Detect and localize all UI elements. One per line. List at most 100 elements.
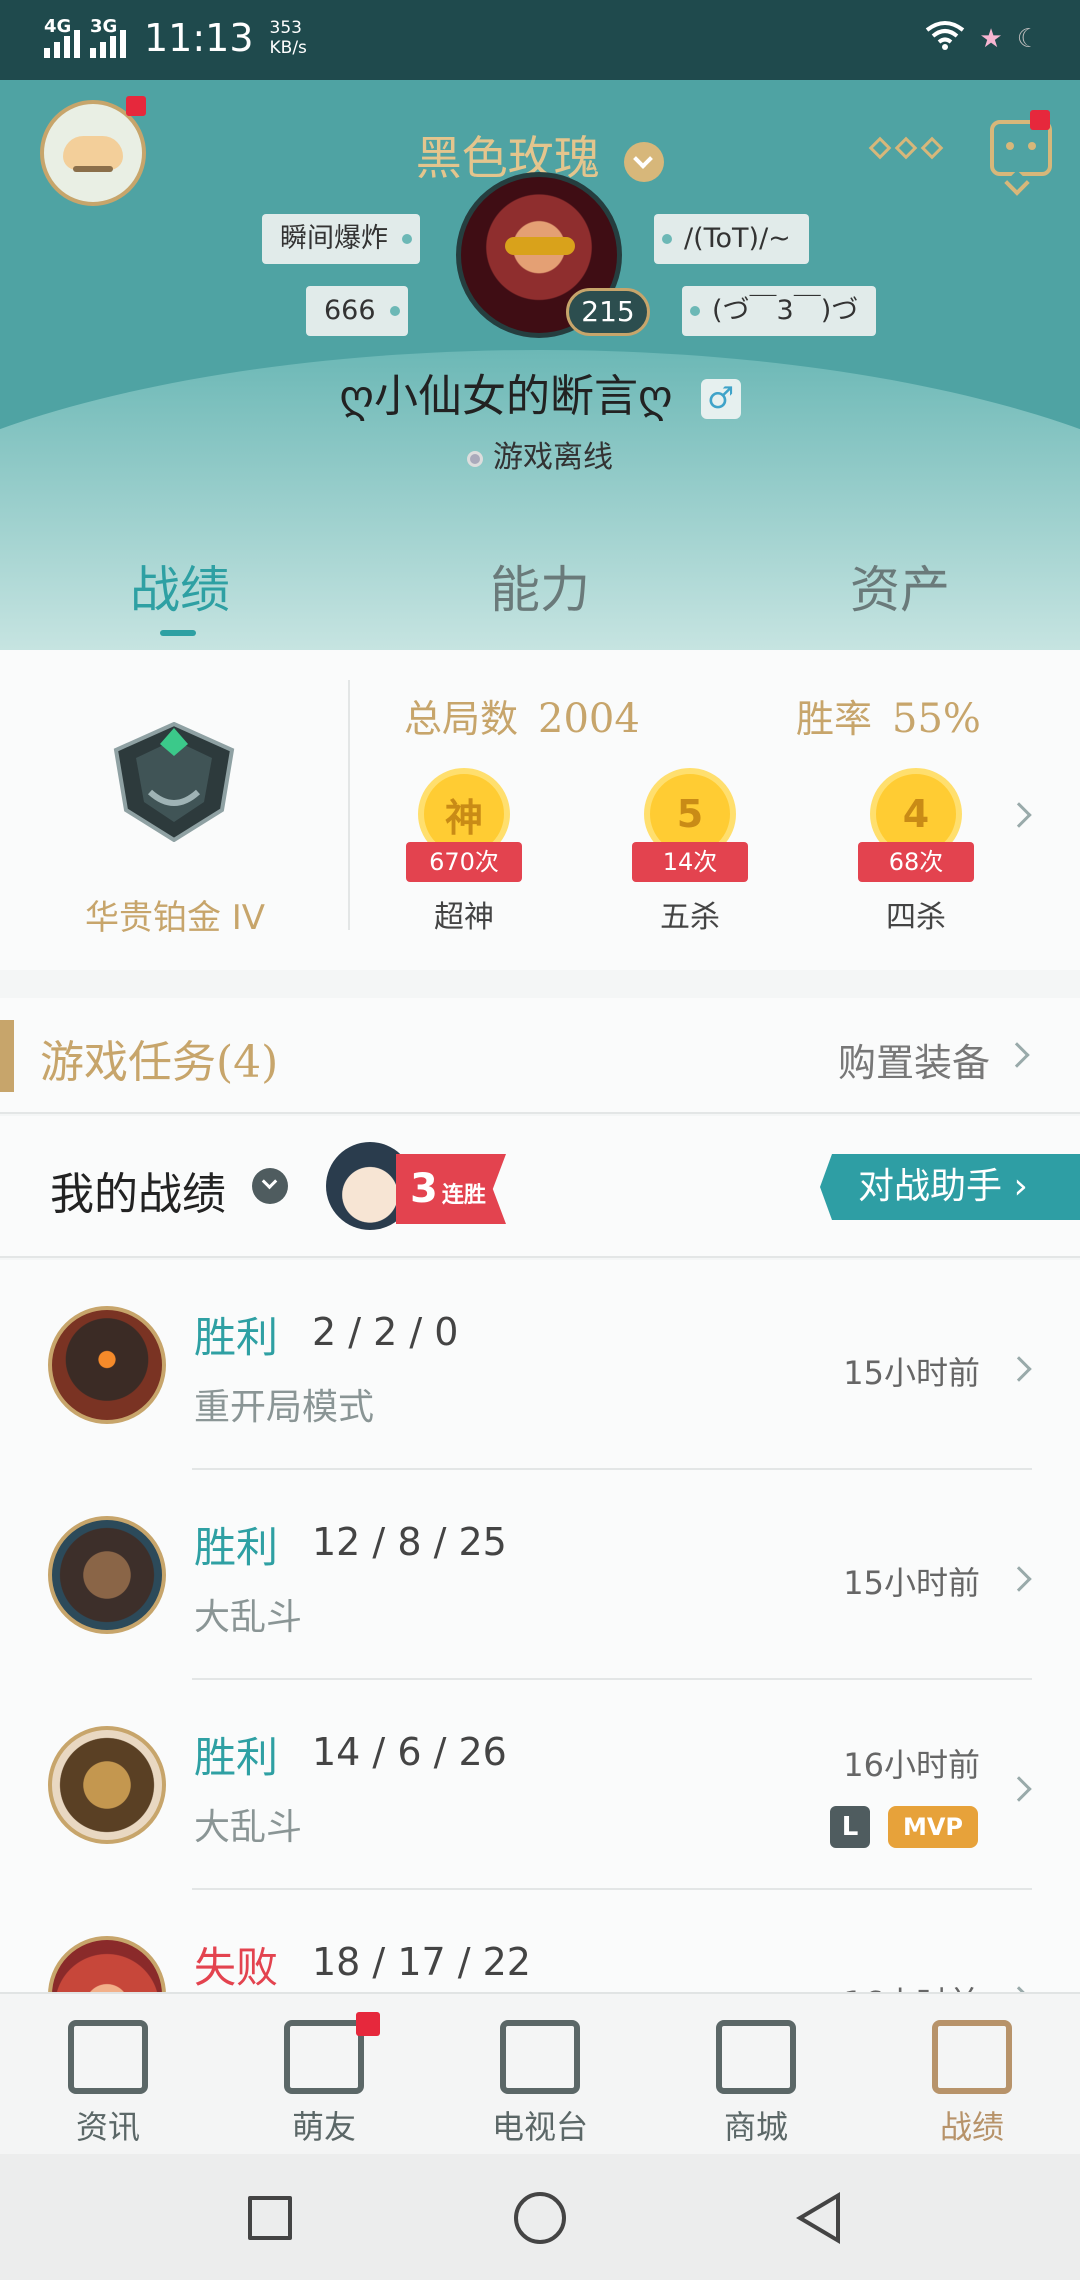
nav-friends-label: 萌友 [291,2108,356,2146]
total-games: 总局数 2004 [404,688,640,743]
profile-tag-1[interactable]: 瞬间爆炸 [262,214,420,264]
quadra-kill-label: 四杀 [886,900,946,935]
nav-record[interactable]: 战绩 [864,1994,1080,2154]
tasks-accent [0,1020,14,1092]
champion-icon [48,1936,166,2000]
legendary-label: 超神 [434,900,494,935]
streak-text: 连胜 [441,1183,486,1208]
match-row[interactable]: 胜利 14 / 6 / 26 大乱斗 16小时前 L MVP [0,1680,1080,1890]
system-navigation-bar [0,2154,1080,2280]
streak-flag: 3 连胜 [396,1154,506,1224]
stats-card[interactable]: 华贵铂金 IV 总局数 2004 胜率 55% 神 670次 超神 5 14次 五杀… [0,650,1080,970]
l-badge-icon: L [830,1806,870,1848]
champion-icon [48,1516,166,1634]
nav-news[interactable]: 资讯 [0,1994,216,2154]
match-mode: 重开局模式 [194,1387,375,1428]
match-time: 15小时前 [843,1564,980,1602]
moon-icon: ☾ [1016,23,1040,54]
back-icon[interactable] [796,2192,840,2244]
net-speed: 353 KB/s [270,18,307,58]
profile-tabs: 战绩 能力 资产 [0,540,1080,650]
avatar-notification-dot [126,96,146,116]
profile-tag-2[interactable]: 666 [306,286,408,336]
chevron-right-icon[interactable] [1006,1776,1032,1802]
quadra-kill-count: 68次 [858,842,974,882]
win-rate-value: 55% [892,696,981,742]
status-bar: 4G 3G 11:13 353 KB/s ★ ☾ [0,0,1080,80]
total-games-value: 2004 [538,696,640,742]
gender-male-icon: ♂ [700,379,741,419]
nav-news-label: 资讯 [75,2108,140,2146]
buy-equipment-link[interactable]: 购置装备 [838,1032,990,1087]
champion-icon [48,1306,166,1424]
penta-kill-count: 14次 [632,842,748,882]
nickname-text: ღ小仙女的断言ღ [339,371,673,422]
tasks-title: 游戏任务(4) [40,1037,279,1088]
profile-tag-3[interactable]: /(ToT)/~ [654,214,809,264]
match-list: 胜利 2 / 2 / 0 重开局模式 15小时前 胜利 12 / 8 / 25 … [0,1260,1080,2000]
streak-count: 3 [410,1166,438,1212]
online-status: 游戏离线 [0,432,1080,476]
match-mode: 大乱斗 [194,1597,303,1638]
win-streak-badge: 3 连胜 [326,1138,510,1234]
tv-icon [500,2020,580,2094]
chevron-right-icon[interactable] [1006,1356,1032,1382]
win-rate: 胜率 55% [796,688,981,743]
match-mode: 大乱斗 [194,1807,303,1848]
recents-icon[interactable] [248,2196,292,2240]
profile-tag-4[interactable]: (づ￣3￣)づ [682,286,877,336]
match-result: 胜利 [194,1313,279,1362]
total-games-label: 总局数 [404,697,519,741]
nav-shop-label: 商城 [723,2108,788,2146]
book-icon [68,2020,148,2094]
match-kda: 12 / 8 / 25 [312,1520,507,1564]
heart-chat-icon [284,2020,364,2094]
tab-assets[interactable]: 资产 [720,540,1080,650]
nav-shop[interactable]: 商城 [648,1994,864,2154]
home-icon[interactable] [514,2192,566,2244]
match-row[interactable]: 胜利 2 / 2 / 0 重开局模式 15小时前 [0,1260,1080,1470]
shop-icon [716,2020,796,2094]
match-result: 胜利 [194,1523,279,1572]
net-speed-unit: KB/s [269,38,307,58]
wifi-icon [925,20,965,57]
my-record-bar: 我的战绩 3 连胜 对战助手 › [0,1116,1080,1258]
title-dropdown-icon[interactable] [624,142,665,182]
battle-assistant-button[interactable]: 对战助手 › [820,1154,1080,1220]
match-kda: 2 / 2 / 0 [312,1310,459,1354]
win-rate-label: 胜率 [796,697,873,741]
match-row[interactable]: 胜利 12 / 8 / 25 大乱斗 15小时前 [0,1470,1080,1680]
rank-name: 华贵铂金 IV [84,898,266,938]
game-tasks-bar[interactable]: 游戏任务(4) 购置装备 [0,998,1080,1114]
chevron-down-icon[interactable] [252,1168,288,1204]
chevron-right-icon[interactable] [1006,802,1032,828]
match-result: 失败 [194,1943,279,1992]
net-speed-value: 353 [269,18,302,38]
match-time: 15小时前 [843,1354,980,1392]
network-type-1: 4G [44,16,72,37]
signal-3g-icon: 3G [90,16,126,58]
status-dot-icon [467,450,483,467]
platinum-rank-icon [113,722,235,842]
bottom-navigation: 资讯 萌友 电视台 商城 战绩 [0,1992,1080,2154]
chevron-right-icon[interactable] [1004,1042,1030,1068]
online-status-text: 游戏离线 [493,440,613,475]
match-row[interactable]: 失败 18 / 17 / 22 16小时前 [0,1890,1080,2000]
network-type-2: 3G [90,16,118,37]
my-record-title[interactable]: 我的战绩 [50,1158,226,1222]
chevron-right-icon[interactable] [1006,1566,1032,1592]
nav-tv[interactable]: 电视台 [432,1994,648,2154]
match-kda: 14 / 6 / 26 [312,1730,507,1774]
nav-record-label: 战绩 [939,2108,1004,2146]
player-level: 215 [566,288,650,336]
nav-friends[interactable]: 萌友 [216,1994,432,2154]
star-icon: ★ [979,23,1003,54]
tab-record[interactable]: 战绩 [0,540,360,650]
nav-tv-label: 电视台 [491,2108,588,2146]
champion-icon [48,1726,166,1844]
match-result: 胜利 [194,1733,279,1782]
quadra-kill-medal: 4 68次 [846,758,986,908]
match-time: 16小时前 [843,1746,980,1784]
mvp-badge: MVP [888,1806,978,1848]
tab-ability[interactable]: 能力 [360,540,720,650]
